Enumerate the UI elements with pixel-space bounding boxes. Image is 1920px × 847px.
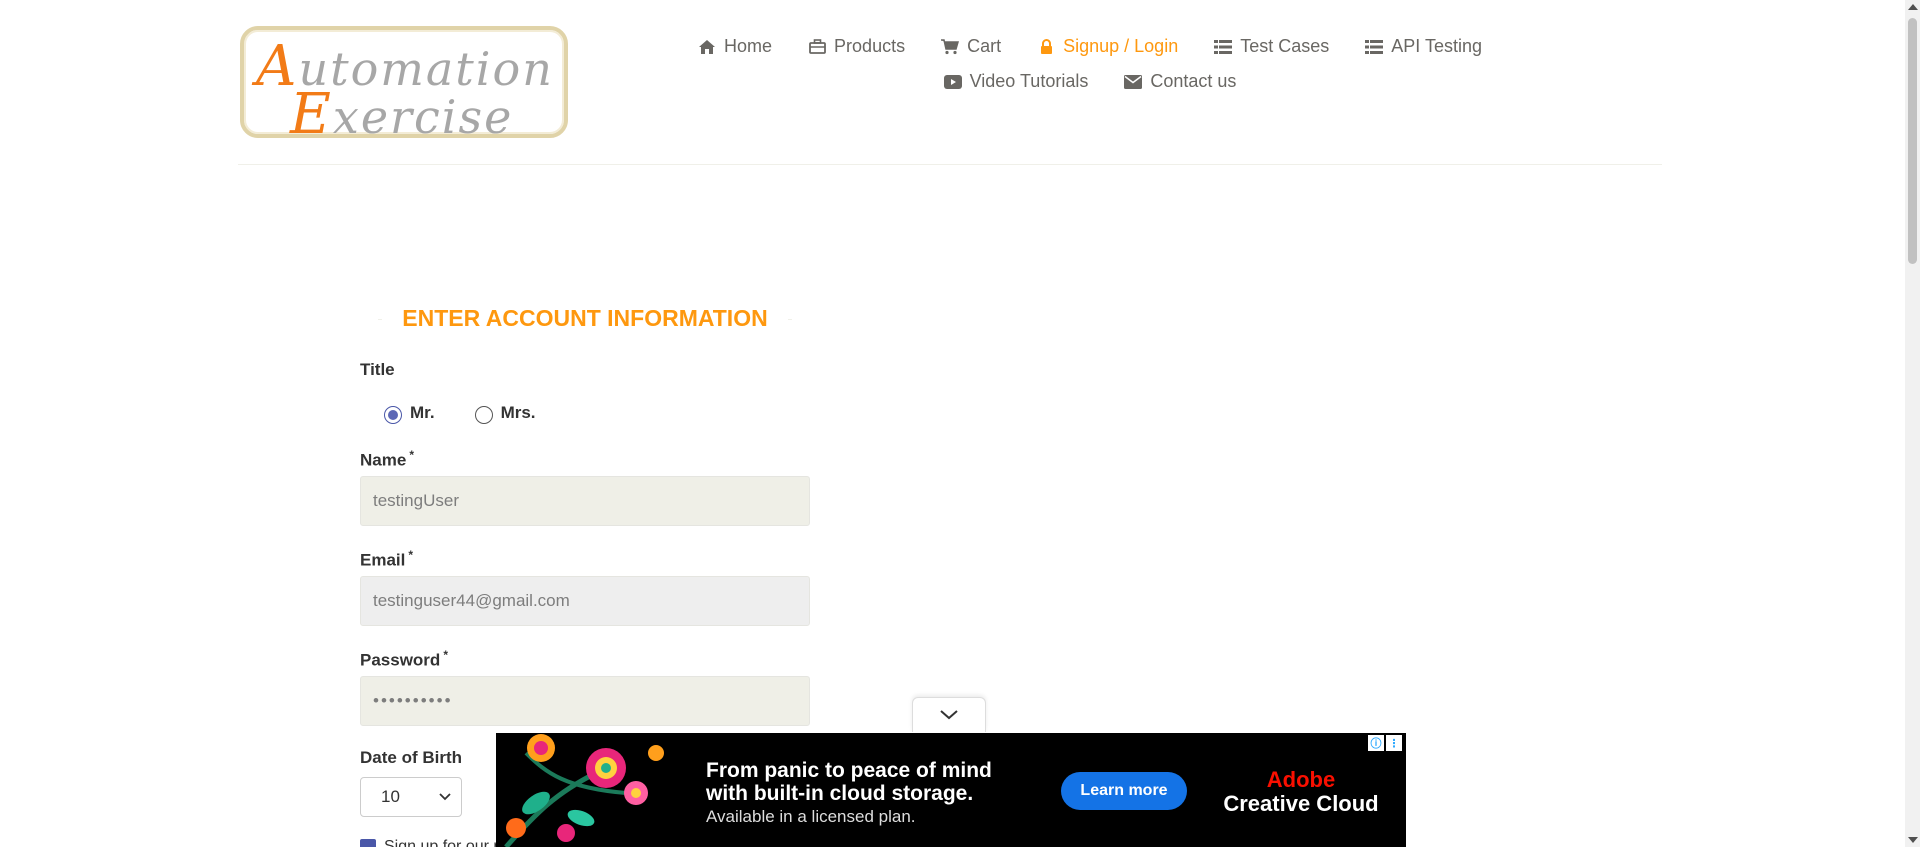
nav-signup-login[interactable]: Signup / Login: [1037, 36, 1178, 57]
main-nav: Home Products Cart Signup / Login Test C…: [698, 36, 1482, 106]
radio-mrs[interactable]: [474, 406, 493, 424]
nav-test-cases[interactable]: Test Cases: [1214, 36, 1329, 57]
nav-contact-us[interactable]: Contact us: [1124, 71, 1236, 92]
email-label: Email *: [360, 548, 414, 570]
title-mrs-option[interactable]: Mrs.: [474, 402, 536, 424]
floral-art-image: [496, 733, 671, 847]
nav-products[interactable]: Products: [808, 36, 905, 57]
scroll-down-icon[interactable]: [1908, 837, 1918, 843]
dob-day-select[interactable]: 10: [360, 777, 462, 817]
title-mr-option[interactable]: Mr.: [384, 402, 435, 424]
radio-mr[interactable]: [384, 406, 402, 424]
section-title: Enter Account Information: [378, 305, 792, 333]
nav-video-tutorials[interactable]: Video Tutorials: [943, 71, 1088, 92]
lock-icon: [1037, 38, 1055, 56]
nav-api-testing[interactable]: API Testing: [1365, 36, 1482, 57]
dob-label: Date of Birth: [360, 748, 462, 767]
password-label: Password *: [360, 648, 448, 670]
ad-banner[interactable]: From panic to peace of mind with built-i…: [496, 733, 1406, 847]
cart-icon: [941, 38, 960, 56]
site-logo[interactable]: Automation Exercise: [240, 26, 568, 147]
password-input[interactable]: ••••••••••: [360, 676, 810, 726]
adobe-brand-logo: Adobe Creative Cloud: [1223, 767, 1379, 817]
ad-info-controls: ⓘ ⋮: [1368, 735, 1402, 751]
title-radio-group: Mr. Mrs.: [384, 402, 536, 424]
list-icon: [1365, 38, 1384, 56]
envelope-icon: [1124, 73, 1143, 91]
name-input[interactable]: testingUser: [360, 476, 810, 526]
more-options-icon[interactable]: ⋮: [1386, 735, 1402, 751]
name-label: Name *: [360, 448, 414, 470]
chevron-down-icon: [940, 710, 958, 720]
home-icon: [698, 38, 716, 56]
page-scrollbar[interactable]: [1905, 0, 1920, 847]
youtube-icon: [943, 73, 962, 91]
title-label: Title: [360, 360, 395, 379]
scroll-up-icon[interactable]: [1908, 4, 1918, 10]
nav-row-1: Home Products Cart Signup / Login Test C…: [698, 36, 1482, 57]
ad-text: From panic to peace of mind with built-i…: [706, 759, 992, 826]
newsletter-checkbox[interactable]: [360, 839, 376, 847]
logo-line-2: Exercise: [290, 82, 514, 147]
ad-learn-more-button[interactable]: Learn more: [1061, 772, 1187, 810]
nav-row-2: Video Tutorials Contact us: [700, 71, 1480, 92]
ad-collapse-button[interactable]: [912, 697, 986, 732]
chevron-down-icon: [439, 793, 451, 801]
products-icon: [808, 38, 826, 56]
scrollbar-thumb[interactable]: [1908, 18, 1917, 264]
list-icon: [1214, 38, 1233, 56]
email-input[interactable]: testinguser44@gmail.com: [360, 576, 810, 626]
nav-home[interactable]: Home: [698, 36, 772, 57]
header-divider: [238, 164, 1662, 165]
info-icon[interactable]: ⓘ: [1368, 735, 1384, 751]
nav-cart[interactable]: Cart: [941, 36, 1001, 57]
